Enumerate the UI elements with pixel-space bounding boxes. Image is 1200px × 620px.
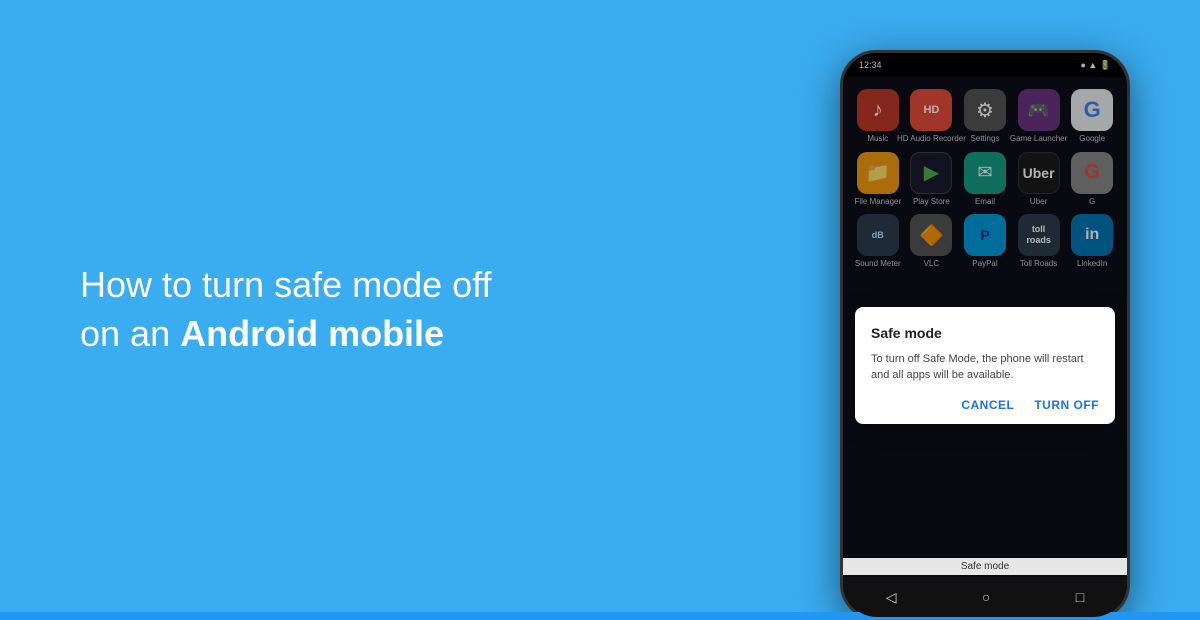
safe-mode-overlay: Safe mode To turn off Safe Mode, the pho… [843, 53, 1127, 617]
main-headline: How to turn safe mode off on an Android … [80, 261, 492, 358]
phone-screen: 12:34 ● ▲ 🔋 ♪ Music HD HD Audio Recorder [843, 53, 1127, 617]
dialog-buttons: Cancel Turn off [871, 398, 1099, 412]
nav-recents[interactable]: □ [1076, 589, 1084, 605]
dialog-title: Safe mode [871, 325, 1099, 341]
nav-home[interactable]: ○ [982, 589, 990, 605]
nav-bar: ◁ ○ □ [843, 577, 1127, 617]
safe-mode-label-bar: Safe mode [843, 558, 1127, 575]
nav-back[interactable]: ◁ [886, 589, 897, 606]
headline-line2: on an Android mobile [80, 313, 444, 354]
right-panel: 12:34 ● ▲ 🔋 ♪ Music HD HD Audio Recorder [770, 0, 1200, 620]
left-panel: How to turn safe mode off on an Android … [0, 0, 770, 620]
dialog-body: To turn off Safe Mode, the phone will re… [871, 351, 1099, 384]
safe-mode-dialog: Safe mode To turn off Safe Mode, the pho… [855, 307, 1115, 424]
headline-line1: How to turn safe mode off [80, 264, 492, 305]
cancel-button[interactable]: Cancel [961, 398, 1014, 412]
turn-off-button[interactable]: Turn off [1034, 398, 1099, 412]
phone-device: 12:34 ● ▲ 🔋 ♪ Music HD HD Audio Recorder [840, 50, 1130, 620]
